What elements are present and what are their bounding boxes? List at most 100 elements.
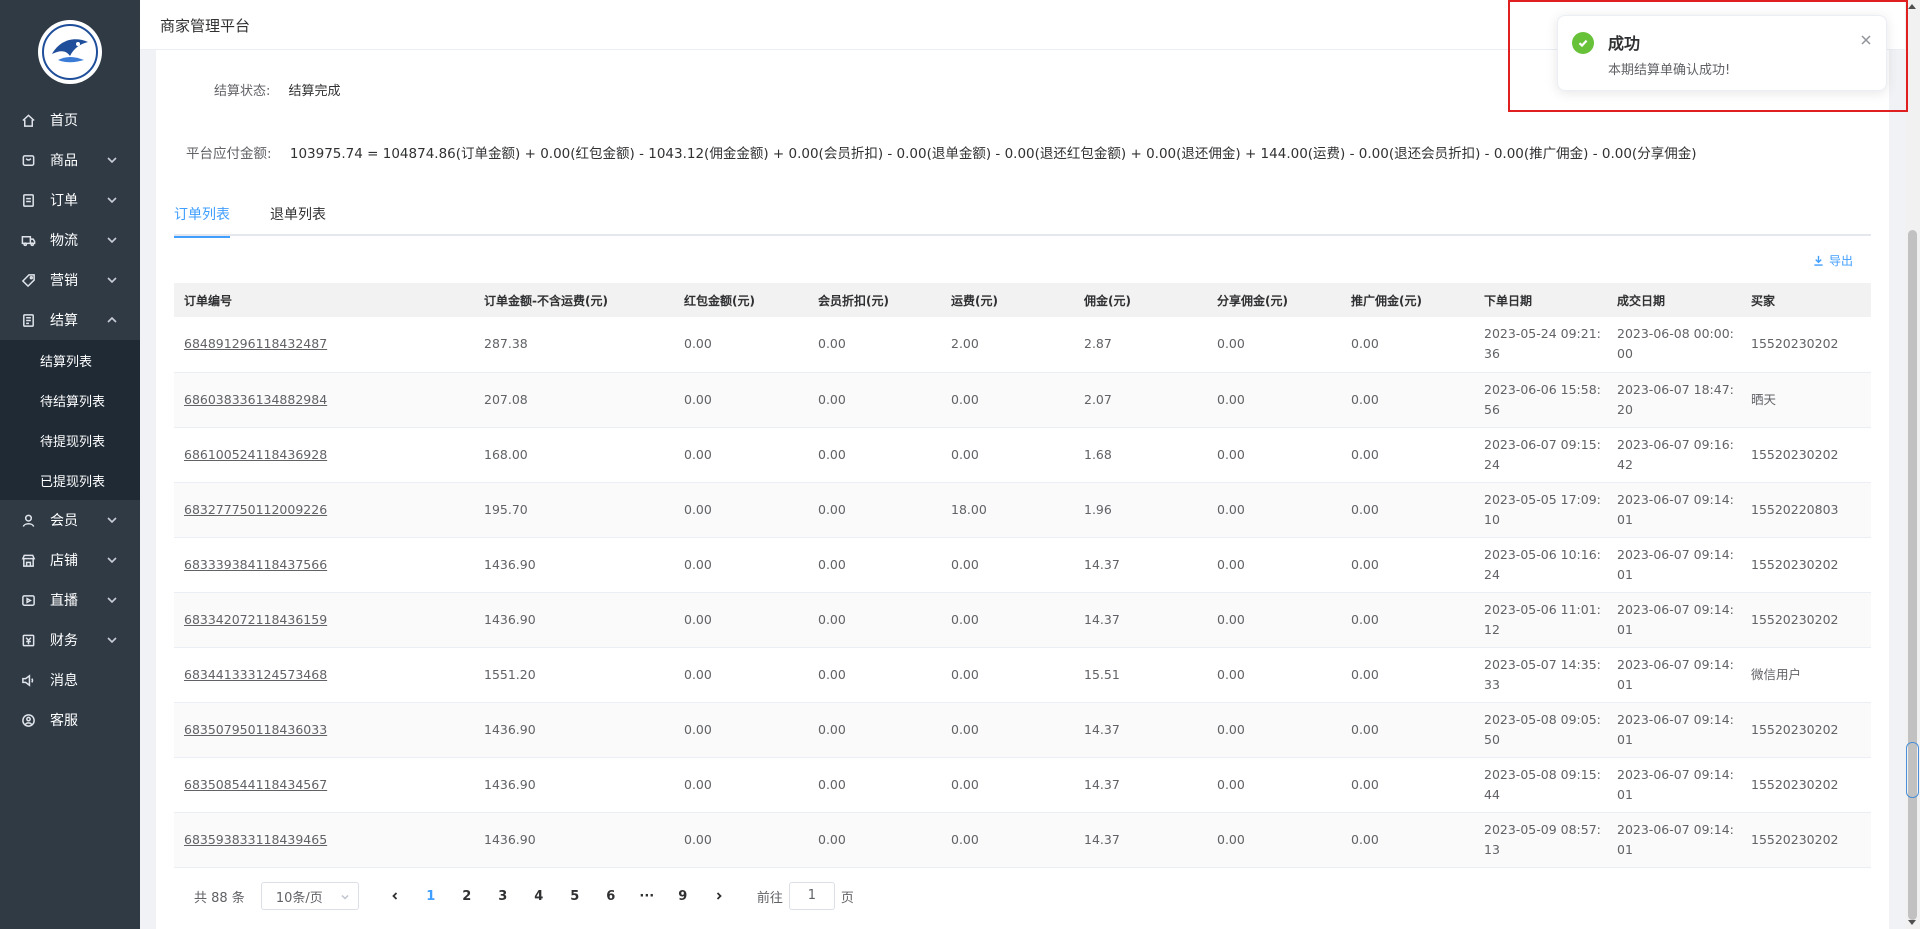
tab-refund-list[interactable]: 退单列表 xyxy=(270,202,326,236)
order-date-cell: 2023-05-06 11:01:12 xyxy=(1474,592,1607,648)
order-number-link[interactable]: 686038336134882984 xyxy=(174,372,474,428)
sidebar-item-live[interactable]: 直播 xyxy=(0,580,140,620)
scroll-thumb[interactable] xyxy=(1908,230,1917,920)
goto-page-input[interactable]: 1 xyxy=(788,882,835,910)
table-cell: 0.00 xyxy=(941,372,1074,428)
sidebar-item-label: 营销 xyxy=(50,273,78,289)
table-cell: 287.38 xyxy=(474,317,674,373)
notification-message: 本期结算单确认成功! xyxy=(1608,63,1731,78)
table-cell: 0.00 xyxy=(941,757,1074,813)
order-date-cell: 2023-05-06 10:16:24 xyxy=(1474,537,1607,593)
table-cell: 14.37 xyxy=(1074,592,1207,648)
sidebar-item-shop[interactable]: 店铺 xyxy=(0,540,140,580)
payable-amount-row: 平台应付金额: 103975.74 = 104874.86(订单金额) + 0.… xyxy=(186,142,1696,162)
page-scrollbar[interactable] xyxy=(1905,0,1920,929)
table-cell: 15.51 xyxy=(1074,647,1207,703)
sidebar-item-marketing[interactable]: 营销 xyxy=(0,260,140,300)
order-number-link[interactable]: 683593833118439465 xyxy=(174,812,474,868)
sidebar-item-settlement[interactable]: 结算 xyxy=(0,300,140,340)
date-text: 2023-05-07 14:35:33 xyxy=(1484,656,1601,692)
order-number-link[interactable]: 683508544118434567 xyxy=(174,757,474,813)
sidebar-item-finance[interactable]: 财务 xyxy=(0,620,140,660)
order-number-link[interactable]: 683277750112009226 xyxy=(174,482,474,538)
sidebar-item-order[interactable]: 订单 xyxy=(0,180,140,220)
table-cell: 1436.90 xyxy=(474,702,674,758)
sidebar-item-service[interactable]: 客服 xyxy=(0,700,140,740)
page-button[interactable]: 6 xyxy=(593,889,629,904)
table-row: 683441333124573468 1551.20 0.00 0.00 0.00 15.… xyxy=(174,647,1871,703)
deal-date-cell: 2023-06-08 00:00:00 xyxy=(1607,317,1741,373)
table-cell: 0.00 xyxy=(1207,427,1341,483)
sidebar-item-label: 首页 xyxy=(50,113,78,129)
table-cell: 0.00 xyxy=(1341,427,1474,483)
page-button[interactable]: 9 xyxy=(665,889,701,904)
table-cell: 0.00 xyxy=(674,482,808,538)
sidebar-item-label: 结算 xyxy=(50,313,78,329)
page-button[interactable]: 4 xyxy=(521,889,557,904)
notification-title: 成功 xyxy=(1608,34,1641,53)
date-text: 2023-06-07 09:14:01 xyxy=(1617,766,1734,802)
table-cell: 14.37 xyxy=(1074,702,1207,758)
chevron-down-icon xyxy=(341,894,349,900)
export-button[interactable]: 导出 xyxy=(1813,252,1853,269)
brand-logo[interactable] xyxy=(38,20,102,84)
tab-order-list[interactable]: 订单列表 xyxy=(174,202,230,238)
table-cell: 14.37 xyxy=(1074,537,1207,593)
table-cell: 0.00 xyxy=(1341,812,1474,868)
table-cell: 0.00 xyxy=(674,317,808,373)
table-row: 683508544118434567 1436.90 0.00 0.00 0.00 14.… xyxy=(174,757,1871,813)
pagination: 共 88 条 10条/页 1 2 3 4 5 6 ··· 9 前往 1 页 xyxy=(194,882,854,910)
sidebar-subitem-settlement-list[interactable]: 结算列表 xyxy=(0,340,140,380)
order-number-link[interactable]: 686100524118436928 xyxy=(174,427,474,483)
sidebar-item-label: 直播 xyxy=(50,593,78,609)
sidebar-item-member[interactable]: 会员 xyxy=(0,500,140,540)
close-icon[interactable] xyxy=(1860,34,1872,46)
next-page-button[interactable] xyxy=(701,891,737,901)
sidebar-item-home[interactable]: 首页 xyxy=(0,100,140,140)
sidebar-subitem-pending-settlement[interactable]: 待结算列表 xyxy=(0,380,140,420)
more-pages-button[interactable]: ··· xyxy=(629,889,665,904)
deal-date-cell: 2023-06-07 18:47:20 xyxy=(1607,372,1741,428)
deal-date-cell: 2023-06-07 09:16:42 xyxy=(1607,427,1741,483)
table-cell: 0.00 xyxy=(674,702,808,758)
order-number-link[interactable]: 683342072118436159 xyxy=(174,592,474,648)
scroll-down-icon[interactable] xyxy=(1908,920,1916,925)
order-number-link[interactable]: 683339384118437566 xyxy=(174,537,474,593)
live-icon xyxy=(20,592,36,608)
page-button[interactable]: 5 xyxy=(557,889,593,904)
service-icon xyxy=(20,712,36,728)
table-cell: 0.00 xyxy=(941,647,1074,703)
sidebar-item-logistics[interactable]: 物流 xyxy=(0,220,140,260)
scroll-up-icon[interactable] xyxy=(1908,4,1916,9)
table-cell: 0.00 xyxy=(1341,482,1474,538)
date-text: 2023-06-07 09:14:01 xyxy=(1617,656,1734,692)
order-date-cell: 2023-05-07 14:35:33 xyxy=(1474,647,1607,703)
main-area: 结算状态: 结算完成 平台应付金额: 103975.74 = 104874.86… xyxy=(140,50,1905,929)
order-number-link[interactable]: 683441333124573468 xyxy=(174,647,474,703)
sidebar-subitem-pending-withdraw[interactable]: 待提现列表 xyxy=(0,420,140,460)
order-number-link[interactable]: 684891296118432487 xyxy=(174,317,474,373)
page-button[interactable]: 3 xyxy=(485,889,521,904)
page-size-select[interactable]: 10条/页 xyxy=(260,882,359,910)
chevron-down-icon xyxy=(106,234,118,246)
date-text: 2023-06-07 09:16:42 xyxy=(1617,436,1734,472)
prev-page-button[interactable] xyxy=(377,891,413,901)
table-cell: 1436.90 xyxy=(474,757,674,813)
table-row: 683277750112009226 195.70 0.00 0.00 18.00 1.9… xyxy=(174,482,1871,538)
order-date-cell: 2023-05-08 09:15:44 xyxy=(1474,757,1607,813)
table-cell: 1551.20 xyxy=(474,647,674,703)
deal-date-cell: 2023-06-07 09:14:01 xyxy=(1607,757,1741,813)
date-text: 2023-06-07 18:47:20 xyxy=(1617,381,1734,417)
table-cell: 0.00 xyxy=(941,702,1074,758)
sidebar-item-message[interactable]: 消息 xyxy=(0,660,140,700)
column-header: 订单金额-不含运费(元) xyxy=(474,283,674,317)
sidebar-item-label: 商品 xyxy=(50,153,78,169)
sidebar-subitem-withdrawn[interactable]: 已提现列表 xyxy=(0,460,140,500)
table-cell: 195.70 xyxy=(474,482,674,538)
table-cell: 0.00 xyxy=(1207,812,1341,868)
page-button[interactable]: 2 xyxy=(449,889,485,904)
sidebar-item-goods[interactable]: 商品 xyxy=(0,140,140,180)
order-number-link[interactable]: 683507950118436033 xyxy=(174,702,474,758)
page-button[interactable]: 1 xyxy=(413,889,449,904)
pagination-total: 共 88 条 xyxy=(194,890,245,906)
